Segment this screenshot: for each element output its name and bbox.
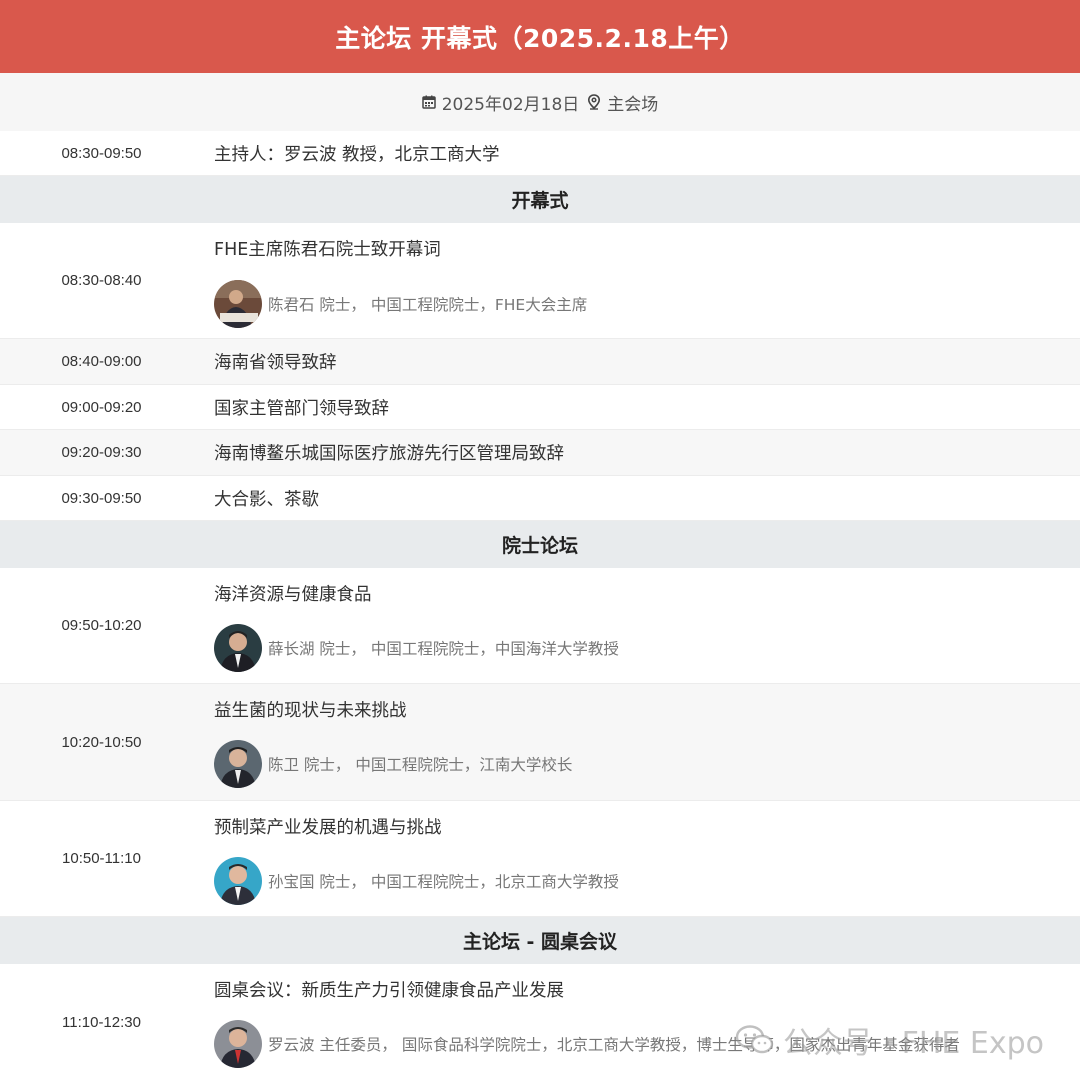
wechat-icon bbox=[735, 1025, 774, 1054]
schedule-row: 09:00-09:20 国家主管部门领导致辞 bbox=[0, 385, 1080, 430]
talk-topic: 大合影、茶歇 bbox=[214, 489, 319, 510]
time-slot: 10:20-10:50 bbox=[61, 733, 142, 751]
speaker-avatar bbox=[214, 857, 262, 905]
speaker-info: 陈卫 院士， 中国工程院院士，江南大学校长 bbox=[214, 740, 572, 788]
speaker-text: 陈卫 院士， 中国工程院院士，江南大学校长 bbox=[268, 756, 573, 774]
speaker-text: 陈君石 院士， 中国工程院院士，FHE大会主席 bbox=[268, 296, 588, 314]
time-slot: 09:00-09:20 bbox=[61, 398, 142, 416]
schedule-row: 09:30-09:50 大合影、茶歇 bbox=[0, 476, 1080, 521]
page-title: 主论坛 开幕式（2025.2.18上午） bbox=[335, 23, 745, 53]
talk-topic: 国家主管部门领导致辞 bbox=[214, 398, 389, 419]
watermark: 公众号 · FHE Expo bbox=[735, 1018, 1044, 1062]
talk-topic: FHE主席陈君石院士致开幕词 bbox=[214, 240, 441, 260]
watermark-text: 公众号 · FHE Expo bbox=[783, 1026, 1045, 1061]
talk-topic: 圆桌会议：新质生产力引领健康食品产业发展 bbox=[214, 981, 564, 1001]
date-location-bar: 2025年02月18日 主会场 bbox=[0, 73, 1080, 132]
page-banner: 主论坛 开幕式（2025.2.18上午） bbox=[0, 0, 1080, 73]
schedule-row: 08:30-08:40 FHE主席陈君石院士致开幕词 陈君石 院士， 中国工程院… bbox=[0, 223, 1080, 339]
speaker-avatar bbox=[214, 1020, 262, 1068]
map-pin-icon bbox=[588, 94, 601, 110]
host-text: 主持人：罗云波 教授，北京工商大学 bbox=[214, 144, 500, 165]
calendar-icon bbox=[421, 95, 436, 109]
time-slot: 08:30-09:50 bbox=[61, 144, 142, 162]
schedule-row: 09:20-09:30 海南博鳌乐城国际医疗旅游先行区管理局致辞 bbox=[0, 430, 1080, 476]
time-slot: 09:50-10:20 bbox=[61, 617, 142, 634]
time-slot: 09:20-09:30 bbox=[61, 444, 142, 461]
section-header-roundtable: 主论坛 - 圆桌会议 bbox=[0, 917, 1080, 965]
speaker-text: 薛长湖 院士， 中国工程院院士，中国海洋大学教授 bbox=[268, 640, 619, 658]
location-group: 主会场 bbox=[587, 90, 658, 115]
time-slot: 08:30-08:40 bbox=[61, 272, 142, 289]
talk-topic: 海南博鳌乐城国际医疗旅游先行区管理局致辞 bbox=[214, 444, 564, 464]
schedule-row: 10:50-11:10 预制菜产业发展的机遇与挑战 孙宝国 院士， 中国工程院院… bbox=[0, 801, 1080, 917]
time-slot: 10:50-11:10 bbox=[62, 850, 141, 867]
talk-topic: 海洋资源与健康食品 bbox=[214, 585, 372, 605]
talk-topic: 预制菜产业发展的机遇与挑战 bbox=[214, 818, 442, 838]
speaker-text: 孙宝国 院士， 中国工程院院士，北京工商大学教授 bbox=[268, 873, 619, 891]
schedule-row-host: 08:30-09:50 主持人：罗云波 教授，北京工商大学 bbox=[0, 131, 1080, 176]
speaker-avatar bbox=[214, 624, 262, 672]
event-location: 主会场 bbox=[607, 94, 659, 115]
speaker-avatar bbox=[214, 280, 262, 328]
time-slot: 08:40-09:00 bbox=[61, 353, 142, 370]
schedule-row: 10:20-10:50 益生菌的现状与未来挑战 陈卫 院士， 中国工程院院士，江… bbox=[0, 684, 1080, 801]
schedule-row: 08:40-09:00 海南省领导致辞 bbox=[0, 339, 1080, 385]
event-date: 2025年02月18日 bbox=[441, 94, 580, 115]
speaker-avatar bbox=[214, 740, 262, 788]
talk-topic: 益生菌的现状与未来挑战 bbox=[214, 701, 407, 721]
speaker-info: 孙宝国 院士， 中国工程院院士，北京工商大学教授 bbox=[214, 857, 619, 905]
time-slot: 09:30-09:50 bbox=[61, 489, 142, 507]
time-slot: 11:10-12:30 bbox=[62, 1014, 141, 1031]
schedule-row: 09:50-10:20 海洋资源与健康食品 薛长湖 院士， 中国工程院院士，中国… bbox=[0, 568, 1080, 684]
speaker-info: 薛长湖 院士， 中国工程院院士，中国海洋大学教授 bbox=[214, 624, 619, 672]
section-header-opening: 开幕式 bbox=[0, 176, 1080, 224]
speaker-info: 陈君石 院士， 中国工程院院士，FHE大会主席 bbox=[214, 280, 587, 328]
section-header-academician: 院士论坛 bbox=[0, 521, 1080, 569]
talk-topic: 海南省领导致辞 bbox=[214, 353, 337, 373]
